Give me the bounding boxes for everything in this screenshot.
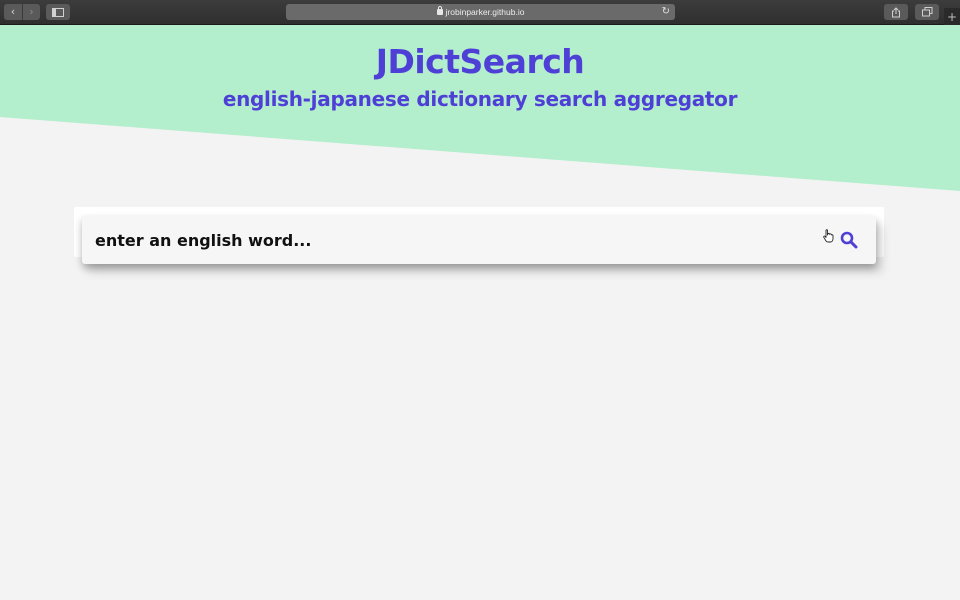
address-bar[interactable]: jrobinparker.github.io ↻ — [286, 4, 675, 20]
search-icon — [840, 231, 858, 249]
hand-pointer-icon — [823, 229, 834, 243]
site-subtitle: english-japanese dictionary search aggre… — [222, 87, 738, 111]
forward-button[interactable]: › — [22, 4, 40, 20]
search-input[interactable] — [82, 216, 822, 264]
lock-icon — [436, 6, 443, 15]
new-tab-button[interactable]: + — [944, 8, 960, 25]
sidebar-toggle-button[interactable] — [46, 4, 70, 20]
nav-buttons: ‹ › — [4, 4, 40, 20]
sidebar-icon — [52, 7, 64, 17]
back-button[interactable]: ‹ — [4, 4, 22, 20]
site-title: JDictSearch — [375, 42, 585, 81]
show-tabs-button[interactable] — [915, 4, 939, 20]
search-bar — [82, 216, 876, 264]
url-text: jrobinparker.github.io — [445, 7, 525, 17]
share-icon — [892, 6, 900, 17]
reload-icon[interactable]: ↻ — [662, 6, 670, 17]
share-button[interactable] — [884, 4, 908, 20]
search-button[interactable] — [822, 216, 862, 264]
browser-toolbar: ‹ › jrobinparker.github.io ↻ + — [0, 0, 960, 25]
page-content: JDictSearch english-japanese dictionary … — [0, 25, 960, 600]
tabs-icon — [921, 7, 932, 17]
